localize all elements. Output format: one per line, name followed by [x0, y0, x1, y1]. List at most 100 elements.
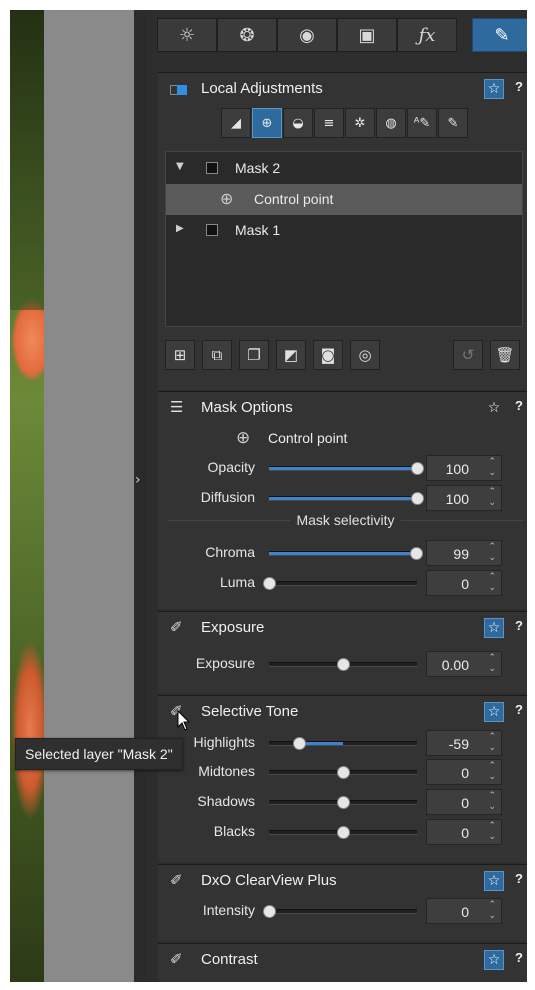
shadows-value-field[interactable]: 0 ⌃ ⌄	[426, 789, 502, 815]
help-icon[interactable]: ?	[515, 950, 523, 965]
tab-detail[interactable]: ◉	[277, 18, 337, 52]
brush-lines-button[interactable]: ≡	[314, 108, 344, 138]
mask-visibility-checkbox[interactable]	[206, 224, 218, 236]
list-item[interactable]: ▼ Mask 2	[166, 153, 522, 184]
toggle-visibility-button[interactable]: ◎	[350, 340, 380, 370]
spinner-arrows-icon[interactable]: ⌃ ⌄	[488, 791, 496, 813]
favorite-star-icon[interactable]: ☆	[484, 79, 504, 99]
show-mask-button[interactable]: ◙	[313, 340, 343, 370]
opacity-slider-row: Opacity 100 ⌃ ⌄	[158, 454, 527, 482]
opacity-value-field[interactable]: 100 ⌃ ⌄	[426, 455, 502, 481]
duplicate-button[interactable]: ❐	[239, 340, 269, 370]
slider-knob[interactable]	[411, 492, 424, 505]
highlights-slider[interactable]	[269, 737, 417, 750]
chroma-value-field[interactable]: 99 ⌃ ⌄	[426, 540, 502, 566]
brush-button[interactable]: ✎	[438, 108, 468, 138]
invert-button[interactable]: ◩	[276, 340, 306, 370]
exposure-value-field[interactable]: 0.00 ⌃ ⌄	[426, 651, 502, 677]
undo-button[interactable]: ↺	[453, 340, 483, 370]
diffusion-value-field[interactable]: 100 ⌃ ⌄	[426, 485, 502, 511]
mask-label: Mask 1	[235, 222, 281, 238]
expand-triangle-icon[interactable]: ▶	[176, 223, 184, 234]
add-layer-button[interactable]: ⧉	[202, 340, 232, 370]
list-item[interactable]: ⊕ Control point	[166, 184, 522, 215]
collapse-panel-handle[interactable]: ›	[134, 10, 146, 982]
palette-header[interactable]: Local Adjustments ☆ ?	[158, 73, 527, 105]
slider-knob[interactable]	[263, 577, 276, 590]
favorite-star-icon[interactable]: ☆	[484, 950, 504, 970]
luma-slider[interactable]	[263, 577, 417, 590]
invert-icon: ◩	[283, 346, 299, 364]
exposure-slider-row: Exposure 0.00 ⌃ ⌄	[158, 650, 527, 678]
selective-tone-palette: ✐ Selective Tone ☆ ? Highlights -59 ⌃ ⌄ Mi…	[158, 695, 527, 862]
control-point-icon: ⊕	[236, 428, 251, 448]
palette-toggle-icon[interactable]	[170, 82, 187, 96]
control-point-tool-button[interactable]: ⊕	[252, 108, 282, 138]
tab-light[interactable]: ☼	[157, 18, 217, 52]
palette-header[interactable]: ✐ DxO ClearView Plus ☆ ?	[158, 865, 527, 897]
spinner-arrows-icon[interactable]: ⌃ ⌄	[488, 761, 496, 783]
palette-header[interactable]: ✐ Exposure ☆ ?	[158, 612, 527, 644]
exposure-slider[interactable]	[269, 658, 417, 671]
mask-visibility-checkbox[interactable]	[206, 162, 218, 174]
graduated-filter-button[interactable]: ◒	[283, 108, 313, 138]
highlights-value-field[interactable]: -59 ⌃ ⌄	[426, 730, 502, 756]
manual-mask-icon: ◢	[231, 115, 241, 131]
favorite-star-icon[interactable]: ☆	[484, 871, 504, 891]
slider-knob[interactable]	[263, 905, 276, 918]
slider-knob[interactable]	[337, 658, 350, 671]
chevron-right-icon[interactable]: ›	[135, 472, 141, 488]
slider-knob[interactable]	[293, 737, 307, 750]
slider-knob[interactable]	[411, 462, 424, 475]
slider-knob[interactable]	[337, 766, 350, 779]
clearview-palette: ✐ DxO ClearView Plus ☆ ? Intensity 0 ⌃ ⌄	[158, 864, 527, 941]
auto-mask-button[interactable]: ✲	[345, 108, 375, 138]
chroma-slider[interactable]	[269, 547, 423, 560]
midtones-slider[interactable]	[269, 766, 417, 779]
list-item[interactable]: ▶ Mask 1	[166, 215, 522, 246]
intensity-slider[interactable]	[263, 905, 417, 918]
auto-brush-button[interactable]: ᴬ✎	[407, 108, 437, 138]
delete-button[interactable]: 🗑	[490, 340, 520, 370]
tab-geometry[interactable]: ▣	[337, 18, 397, 52]
luma-value-field[interactable]: 0 ⌃ ⌄	[426, 570, 502, 596]
image-preview[interactable]	[10, 10, 44, 982]
blacks-slider[interactable]	[269, 826, 417, 839]
diffusion-slider[interactable]	[269, 492, 424, 505]
favorite-star-icon[interactable]: ☆	[484, 702, 504, 722]
palette-header[interactable]: ✐ Contrast ☆ ?	[158, 944, 527, 976]
slider-label: Intensity	[202, 902, 255, 918]
tab-local-adjustments[interactable]: ✎	[472, 18, 527, 52]
palette-header[interactable]: ☰ Mask Options ☆ ?	[158, 392, 527, 424]
favorite-star-icon[interactable]: ☆	[484, 618, 504, 638]
palette-header[interactable]: ✐ Selective Tone ☆ ?	[158, 696, 527, 728]
blacks-value-field[interactable]: 0 ⌃ ⌄	[426, 819, 502, 845]
help-icon[interactable]: ?	[515, 79, 523, 94]
help-icon[interactable]: ?	[515, 618, 523, 633]
spinner-arrows-icon[interactable]: ⌃ ⌄	[488, 457, 496, 479]
slider-knob[interactable]	[409, 547, 423, 560]
spinner-arrows-icon[interactable]: ⌃ ⌄	[488, 653, 496, 675]
spinner-arrows-icon[interactable]: ⌃ ⌄	[488, 572, 496, 594]
shadows-slider[interactable]	[269, 796, 417, 809]
add-mask-button[interactable]: ⊞	[165, 340, 195, 370]
opacity-slider[interactable]	[269, 462, 424, 475]
help-icon[interactable]: ?	[515, 871, 523, 886]
midtones-value-field[interactable]: 0 ⌃ ⌄	[426, 759, 502, 785]
tab-effects[interactable]: ƒx	[397, 18, 457, 52]
tab-color[interactable]: ❂	[217, 18, 277, 52]
slider-knob[interactable]	[337, 826, 350, 839]
spinner-arrows-icon[interactable]: ⌃ ⌄	[488, 732, 496, 754]
favorite-star-icon[interactable]: ☆	[484, 398, 504, 418]
manual-mask-button[interactable]: ◢	[221, 108, 251, 138]
spinner-arrows-icon[interactable]: ⌃ ⌄	[488, 821, 496, 843]
help-icon[interactable]: ?	[515, 398, 523, 413]
spinner-arrows-icon[interactable]: ⌃ ⌄	[488, 487, 496, 509]
slider-knob[interactable]	[337, 796, 350, 809]
spinner-arrows-icon[interactable]: ⌃ ⌄	[488, 542, 496, 564]
spinner-arrows-icon[interactable]: ⌃ ⌄	[488, 900, 496, 922]
eraser-button[interactable]: ◍	[376, 108, 406, 138]
intensity-value-field[interactable]: 0 ⌃ ⌄	[426, 898, 502, 924]
help-icon[interactable]: ?	[515, 702, 523, 717]
expand-triangle-icon[interactable]: ▼	[176, 161, 184, 172]
